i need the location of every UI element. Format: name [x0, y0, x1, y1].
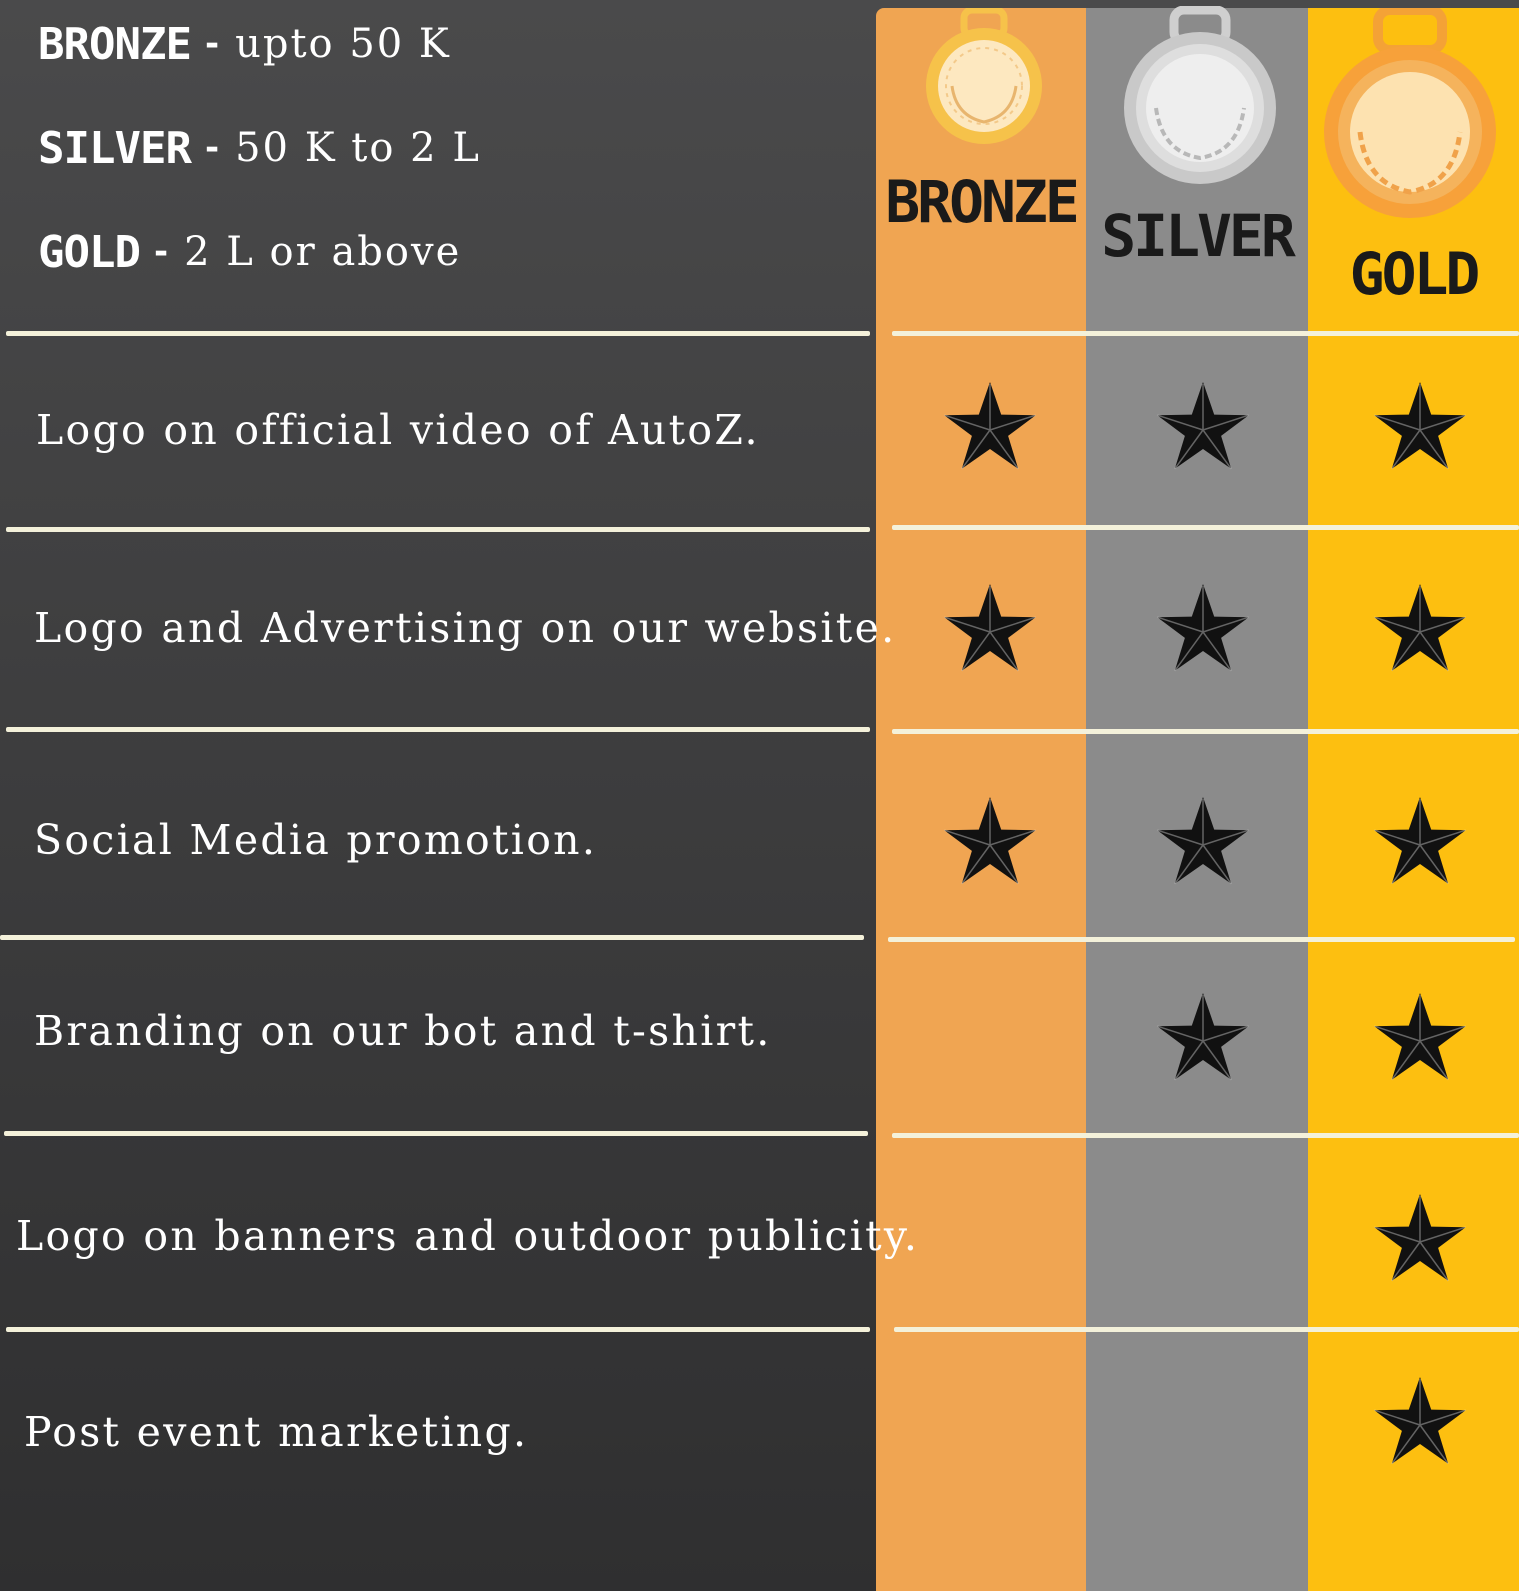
row-divider [892, 729, 1519, 734]
star-icon [1374, 1377, 1466, 1465]
star-icon [1374, 993, 1466, 1081]
star-icon [944, 382, 1036, 470]
feature-label: Logo on banners and outdoor publicity. [16, 1212, 920, 1260]
row-divider [892, 525, 1519, 530]
tier-range: upto 50 K [235, 21, 451, 67]
star-icon [1374, 1194, 1466, 1282]
column-title-silver: SILVER [1101, 202, 1296, 270]
tier-range: 2 L or above [184, 229, 462, 275]
bronze-medal-icon [926, 8, 1042, 144]
column-title-bronze: BRONZE [885, 168, 1080, 236]
tier-name: SILVER [38, 122, 192, 174]
tier-separator: - [204, 24, 220, 64]
tier-name: BRONZE [38, 18, 192, 70]
row-divider [888, 937, 1515, 942]
row-divider [4, 1131, 868, 1136]
star-icon [1157, 584, 1249, 672]
row-divider [6, 727, 870, 732]
star-icon [1374, 797, 1466, 885]
tier-name: GOLD [38, 226, 141, 278]
row-divider [892, 331, 1519, 336]
star-icon [1157, 382, 1249, 470]
star-icon [1374, 584, 1466, 672]
star-icon [1374, 382, 1466, 470]
tier-separator: - [153, 232, 169, 272]
gold-medal-icon [1324, 8, 1496, 218]
row-divider [6, 527, 870, 532]
column-title-gold: GOLD [1349, 240, 1481, 308]
row-divider [892, 1133, 1519, 1138]
row-divider [0, 935, 864, 940]
star-icon [944, 797, 1036, 885]
row-divider [6, 331, 870, 336]
star-icon [944, 584, 1036, 672]
feature-label: Social Media promotion. [34, 816, 598, 864]
feature-label: Branding on our bot and t-shirt. [34, 1007, 772, 1055]
sponsorship-tiers-chart: BRONZE - upto 50 K SILVER - 50 K to 2 L … [0, 0, 1519, 1591]
feature-label: Logo and Advertising on our website. [34, 604, 897, 652]
tier-separator: - [204, 128, 220, 168]
tier-range: 50 K to 2 L [235, 125, 481, 171]
row-divider [894, 1327, 1519, 1332]
row-divider [6, 1327, 870, 1332]
star-icon [1157, 797, 1249, 885]
tier-legend-silver: SILVER - 50 K to 2 L [38, 118, 481, 178]
tier-legend-bronze: BRONZE - upto 50 K [38, 14, 451, 74]
feature-label: Post event marketing. [24, 1408, 529, 1456]
star-icon [1157, 993, 1249, 1081]
feature-label: Logo on official video of AutoZ. [36, 406, 760, 454]
silver-medal-icon [1124, 6, 1276, 184]
tier-legend-gold: GOLD - 2 L or above [38, 222, 461, 282]
